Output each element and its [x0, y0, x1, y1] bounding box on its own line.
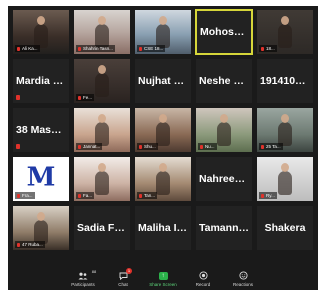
participant-tile[interactable]: M Fra...: [12, 156, 70, 202]
mic-muted-icon: [78, 144, 81, 149]
participant-tile[interactable]: Fa...: [73, 156, 131, 202]
participant-tile[interactable]: CSE 18...: [134, 9, 192, 55]
participant-tile[interactable]: Shu...: [134, 107, 192, 153]
share-screen-icon: ↑: [158, 272, 168, 280]
participant-tile[interactable]: Maliha Islam M...: [134, 205, 192, 251]
mic-muted-icon: [261, 144, 264, 149]
participant-name: Nujhat Bashar: [138, 75, 191, 87]
participant-name: 38 Mashaba: [16, 124, 69, 136]
participant-name: Sadia Ferdous: [77, 222, 130, 234]
participant-tile[interactable]: Nujhat Bashar: [134, 58, 192, 104]
participant-name: Nahreen Saleha...: [199, 173, 252, 185]
participant-name-tag: Nu...: [198, 143, 217, 150]
participants-icon: 88: [78, 269, 96, 280]
reactions-button[interactable]: Reactions: [228, 271, 258, 287]
participant-name-tag: Jannat...: [76, 143, 103, 150]
record-label: Record: [195, 282, 211, 287]
participant-name-tag: 18...: [259, 45, 277, 52]
mic-muted-icon: [139, 193, 142, 198]
participant-tile[interactable]: Tan...: [134, 156, 192, 202]
share-screen-button[interactable]: ↑ Share Screen: [148, 272, 178, 287]
record-icon: [198, 271, 208, 280]
mic-muted-icon: [200, 144, 203, 149]
participant-name: Tamanna Tasnim: [199, 222, 252, 234]
participant-tile[interactable]: 19141044 Orthi: [256, 58, 314, 104]
participants-button[interactable]: 88 Participants: [68, 269, 98, 287]
participant-name-tag: 47 Ruba...: [15, 241, 45, 248]
gallery-grid: Ali Ka... Shahrin Tasn... CSE 18... Moho…: [12, 9, 314, 251]
record-button[interactable]: Record: [188, 271, 218, 287]
participant-name-tag: Fa...: [76, 192, 95, 199]
participant-tile[interactable]: Ali Ka...: [12, 9, 70, 55]
mic-muted-icon: [17, 193, 20, 198]
share-screen-label: Share Screen: [149, 282, 177, 287]
mic-muted-icon: [17, 242, 20, 247]
chat-button[interactable]: 1 Chat: [108, 268, 138, 287]
participant-name: 19141044 Orthi: [260, 75, 313, 87]
participant-name: Neshe Khanam: [199, 75, 252, 87]
mic-muted-icon: [78, 95, 81, 100]
mic-muted-icon: [16, 144, 20, 149]
participant-name-tag: CSE 18...: [137, 45, 166, 52]
participant-tile[interactable]: 18...: [256, 9, 314, 55]
participant-tile[interactable]: Mardia Maria Is...: [12, 58, 70, 104]
participant-tile[interactable]: Tamanna Tasnim: [195, 205, 253, 251]
m-logo-icon: M: [26, 162, 56, 193]
mic-muted-icon: [78, 193, 81, 198]
mic-muted-icon: [139, 144, 142, 149]
mic-muted-icon: [261, 193, 264, 198]
chat-unread-badge: 1: [126, 268, 132, 274]
mic-muted-icon: [261, 46, 264, 51]
participant-count: 88: [91, 269, 97, 274]
participants-label: Participants: [71, 282, 95, 287]
participant-tile[interactable]: 47 Ruba...: [12, 205, 70, 251]
participant-name-tag: Fra...: [15, 192, 35, 199]
zoom-meeting-window: Ali Ka... Shahrin Tasn... CSE 18... Moho…: [8, 6, 318, 290]
meeting-toolbar: 88 Participants 1 Chat ↑ Share Screen Re…: [8, 260, 318, 290]
participant-name: Shakera: [264, 222, 306, 234]
participant-tile[interactable]: Sadia Ferdous: [73, 205, 131, 251]
participant-tile[interactable]: Nahreen Saleha...: [195, 156, 253, 202]
participant-tile[interactable]: Neshe Khanam: [195, 58, 253, 104]
participant-name-tag: Tan...: [137, 192, 158, 199]
reactions-icon: [238, 271, 248, 280]
participant-tile[interactable]: 38 Mashaba: [12, 107, 70, 153]
mic-muted-icon: [17, 46, 20, 51]
participant-name-tag: 25 Ta...: [259, 143, 283, 150]
participant-name-tag: Fe...: [76, 94, 95, 101]
participant-name-tag: Ali Ka...: [15, 45, 40, 52]
participant-tile[interactable]: Fe...: [73, 58, 131, 104]
participant-tile[interactable]: Jannat...: [73, 107, 131, 153]
participant-tile[interactable]: Shahrin Tasn...: [73, 9, 131, 55]
participant-tile[interactable]: 25 Ta...: [256, 107, 314, 153]
reactions-label: Reactions: [232, 282, 253, 287]
participant-name: Mohoshin Reza: [200, 26, 251, 38]
participant-tile[interactable]: Shakera: [256, 205, 314, 251]
participant-name-tag: Shu...: [137, 143, 158, 150]
participant-tile[interactable]: Ry...: [256, 156, 314, 202]
participant-name-tag: Shahrin Tasn...: [76, 45, 115, 52]
participant-tile[interactable]: Nu...: [195, 107, 253, 153]
participant-name-tag: Ry...: [259, 192, 277, 199]
participant-name: Maliha Islam M...: [138, 222, 191, 234]
chat-icon: 1: [118, 268, 132, 280]
participant-name: Mardia Maria Is...: [16, 75, 69, 87]
chat-label: Chat: [118, 282, 128, 287]
mic-muted-icon: [78, 46, 81, 51]
mic-muted-icon: [16, 95, 20, 100]
mic-muted-icon: [139, 46, 142, 51]
active-speaker-tile[interactable]: Mohoshin Reza: [195, 9, 253, 55]
